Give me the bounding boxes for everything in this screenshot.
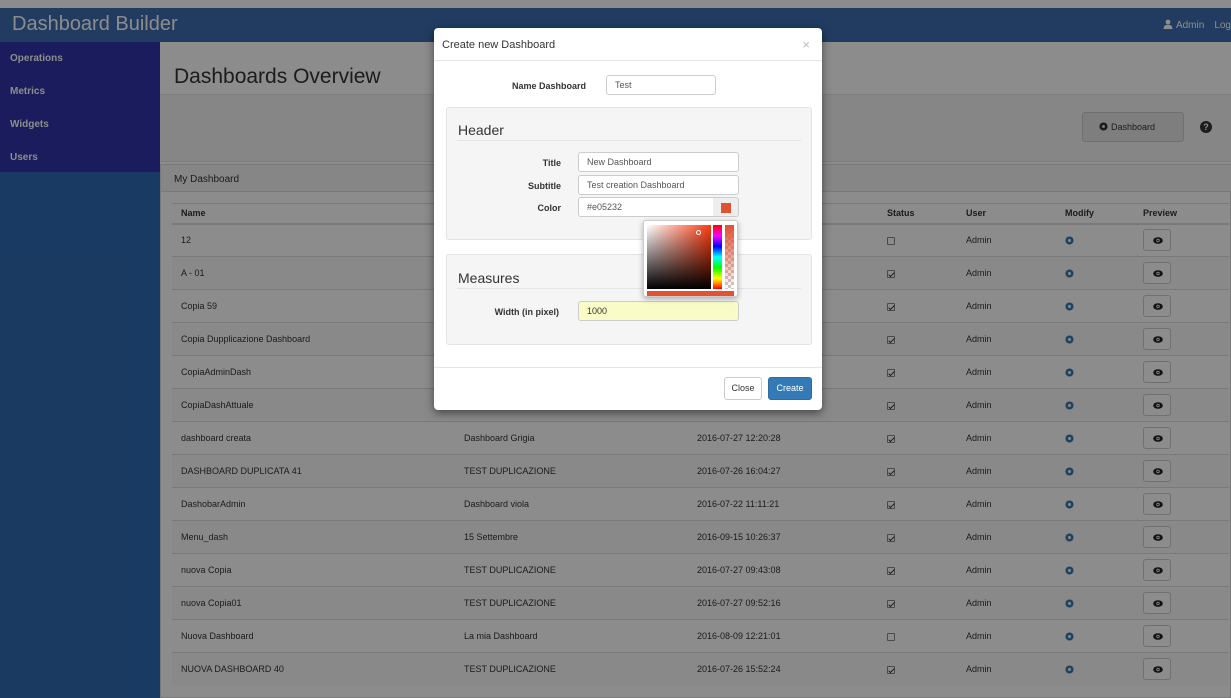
measures-legend-divider [457,288,801,289]
color-input[interactable]: #e05232 [578,197,714,217]
width-label: Width (in pixel) [494,307,559,317]
color-label: Color [537,203,562,213]
header-legend-divider [457,140,801,141]
modal-title: Create new Dashboard [442,39,556,51]
create-dashboard-modal: Create new Dashboard × Name Dashboard Te… [434,28,822,410]
color-swatch-button[interactable] [713,197,739,217]
header-fieldset: Header [446,107,812,240]
modal-header-divider [434,60,822,61]
width-input[interactable]: 1000 [578,301,739,321]
subtitle-label: Subtitle [528,181,561,191]
create-button[interactable]: Create [768,377,812,400]
title-input[interactable]: New Dashboard [578,152,739,172]
color-picker-cursor[interactable] [696,230,701,235]
subtitle-input[interactable]: Test creation Dashboard [578,175,739,195]
close-icon[interactable]: × [802,37,810,52]
hue-slider[interactable] [713,225,722,289]
header-legend: Header [458,122,504,138]
measures-fieldset: Measures [446,254,812,345]
color-swatch [721,203,731,213]
color-preview-bar [647,291,734,296]
measures-legend: Measures [458,270,520,286]
close-button[interactable]: Close [724,377,762,400]
modal-footer-divider [434,367,822,368]
alpha-slider[interactable] [725,225,734,289]
name-dashboard-label: Name Dashboard [511,81,586,91]
name-dashboard-input[interactable]: Test [606,75,716,95]
title-label: Title [542,158,561,168]
color-saturation-area[interactable] [647,225,711,289]
color-picker-popup [643,220,738,297]
